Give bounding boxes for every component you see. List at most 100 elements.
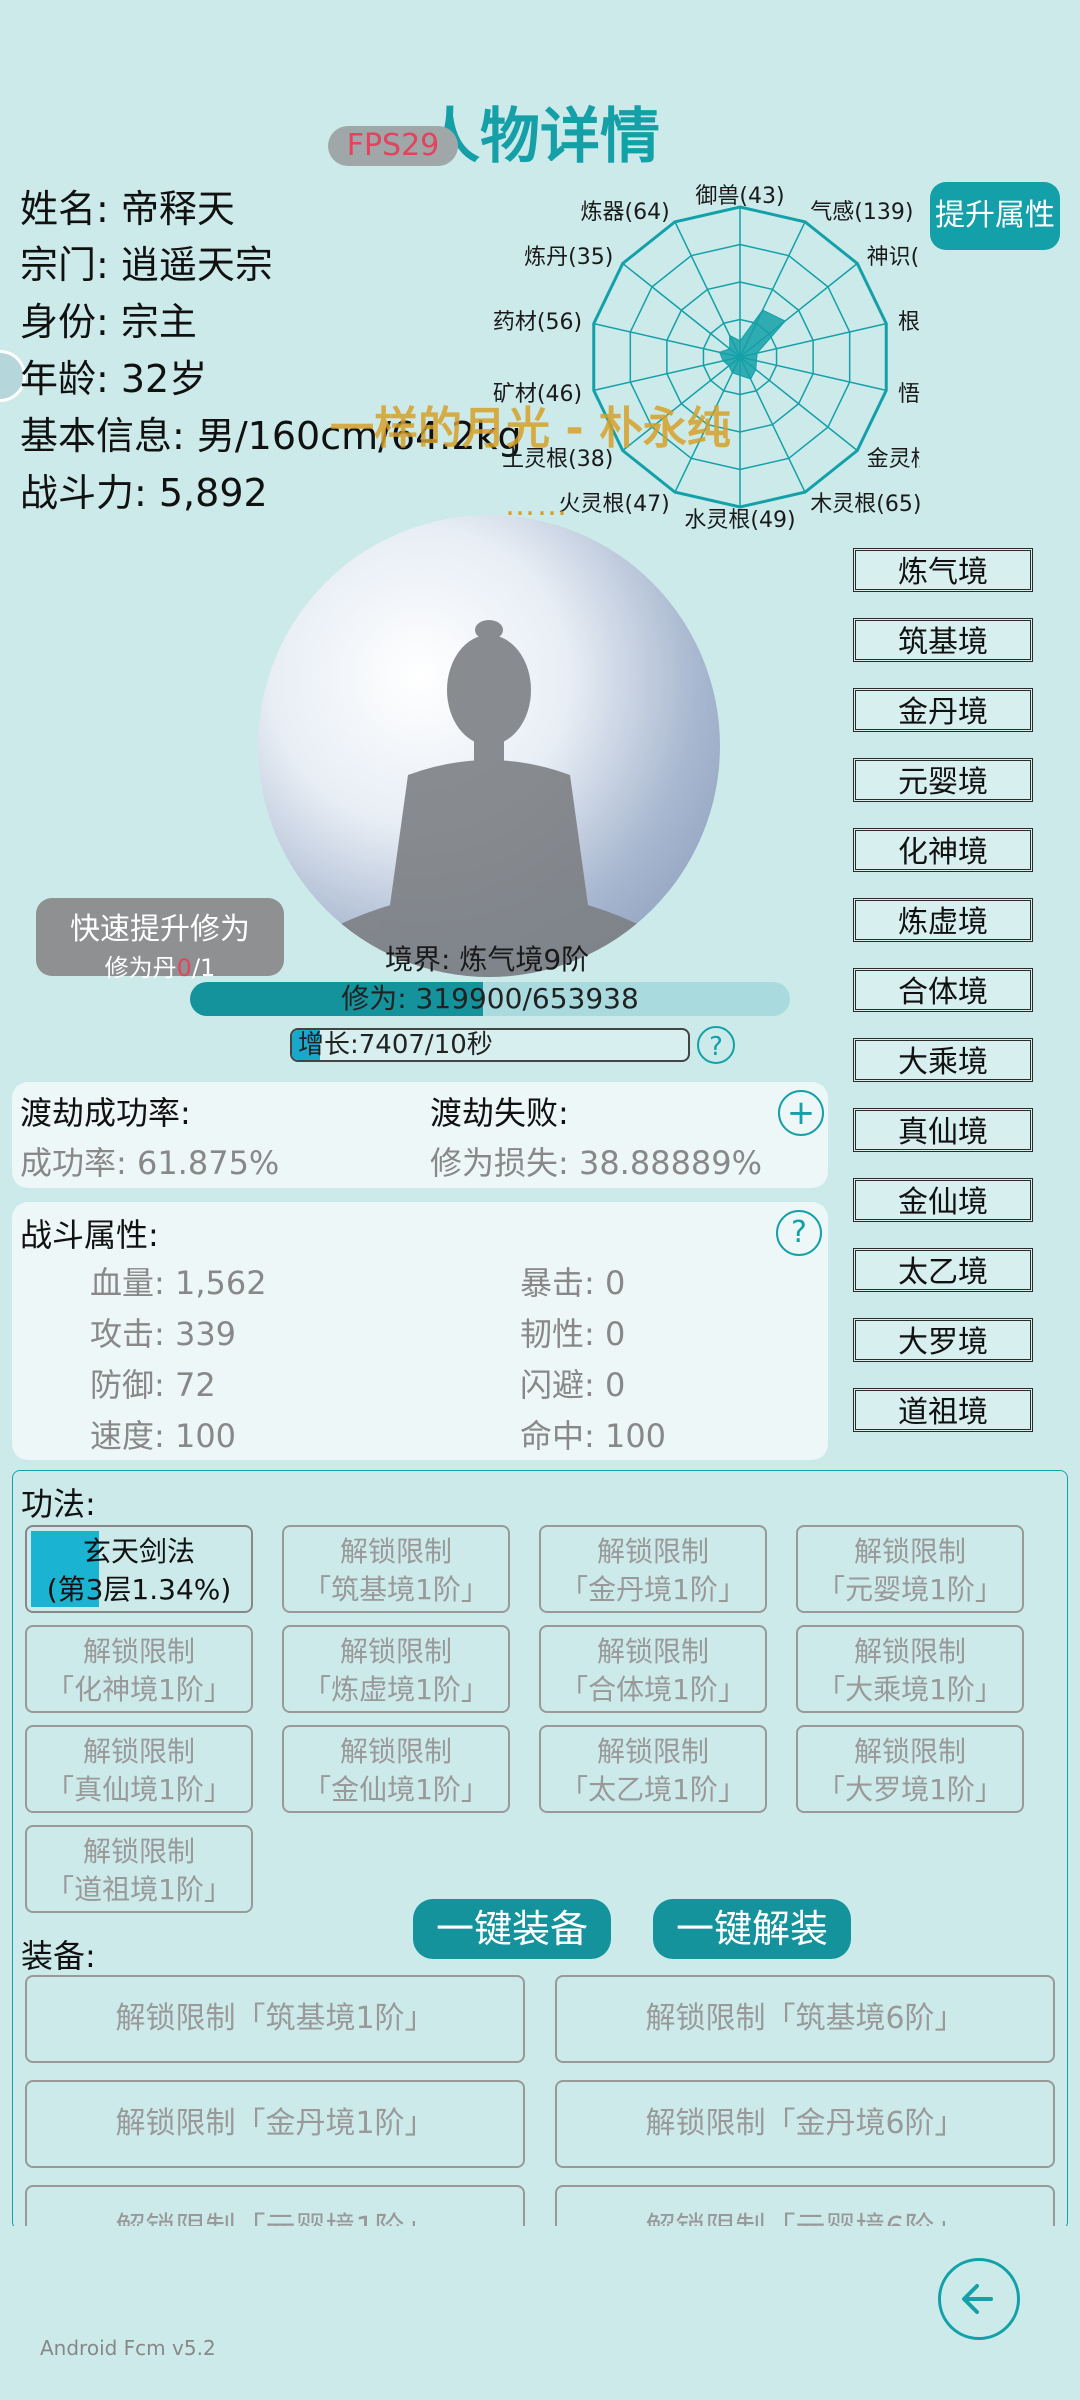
tribulation-panel: 渡劫成功率: 成功率: 61.875% 渡劫失败: 修为损失: 38.88889… (12, 1082, 828, 1188)
radar-label: 气感(139) (810, 200, 913, 225)
skill-slot-active[interactable]: 玄天剑法 (第3层1.34%) (25, 1525, 253, 1613)
cultivation-progress-bar: 修为: 319900/653938 (190, 982, 790, 1016)
skill-locked-title: 解锁限制 (82, 1635, 195, 1668)
skill-locked-title: 解锁限制 (339, 1535, 452, 1568)
skill-slot-locked[interactable]: 解锁限制 「真仙境1阶」 (25, 1725, 253, 1813)
equipment-title: 装备: (21, 1937, 96, 1975)
radar-label: 炼丹(35) (524, 245, 613, 270)
skill-level: (第3层1.34%) (46, 1573, 232, 1606)
tribulation-success-rate: 成功率: 61.875% (20, 1144, 280, 1182)
skill-unlock-requirement: 「太乙境1阶」 (560, 1773, 746, 1806)
equipment-slot[interactable]: 解锁限制「筑基境1阶」 (25, 1975, 525, 2063)
equipment-slot[interactable]: 解锁限制「金丹境1阶」 (25, 2080, 525, 2168)
tribulation-fail-title: 渡劫失败: (430, 1094, 569, 1132)
realm-button[interactable]: 太乙境 (853, 1248, 1033, 1292)
radar-label: 木灵根(65) (810, 492, 920, 517)
profile-role: 身份: 宗主 (20, 300, 197, 344)
realm-button[interactable]: 筑基境 (853, 618, 1033, 662)
radar-label: 御兽(43) (695, 184, 784, 209)
equipment-slot[interactable]: 解锁限制「金丹境6阶」 (555, 2080, 1055, 2168)
back-button[interactable] (938, 2258, 1020, 2340)
skill-locked-title: 解锁限制 (339, 1635, 452, 1668)
skill-slot-locked[interactable]: 解锁限制 「金丹境1阶」 (539, 1525, 767, 1613)
page-title: 人物详情 (420, 102, 660, 172)
skill-unlock-requirement: 「金仙境1阶」 (303, 1773, 489, 1806)
skill-unlock-requirement: 「大乘境1阶」 (817, 1673, 1003, 1706)
realm-button[interactable]: 道祖境 (853, 1388, 1033, 1432)
skill-unlock-requirement: 「大罗境1阶」 (817, 1773, 1003, 1806)
realm-button[interactable]: 金仙境 (853, 1178, 1033, 1222)
unequip-all-button[interactable]: 一键解装 (653, 1899, 851, 1959)
radar-label: 根骨(47) (898, 310, 920, 335)
skill-slot-locked[interactable]: 解锁限制「金仙境1阶」 (282, 1725, 510, 1813)
realm-button[interactable]: 炼气境 (853, 548, 1033, 592)
skill-locked-title: 解锁限制 (339, 1735, 452, 1768)
skill-unlock-requirement: 「炼虚境1阶」 (303, 1673, 489, 1706)
combat-help-icon[interactable]: ? (776, 1210, 822, 1256)
radar-label: 炼器(64) (581, 200, 670, 225)
character-portrait (258, 515, 720, 977)
upgrade-attributes-button[interactable]: 提升属性 (930, 182, 1060, 250)
realm-button[interactable]: 大罗境 (853, 1318, 1033, 1362)
skill-slot-locked[interactable]: 解锁限制「化神境1阶」 (25, 1625, 253, 1713)
skill-slot-locked[interactable]: 解锁限制 「道祖境1阶」 (25, 1825, 253, 1913)
footer-bar (0, 2226, 1080, 2400)
radar-label: 水灵根(49) (684, 508, 795, 533)
quick-cultivate-label: 快速提升修为 (70, 912, 250, 947)
skill-unlock-requirement: 「化神境1阶」 (46, 1673, 232, 1706)
growth-help-icon[interactable]: ? (697, 1026, 735, 1064)
techniques-title: 功法: (21, 1485, 96, 1523)
combat-stat: 命中: 100 (520, 1417, 667, 1455)
skill-locked-title: 解锁限制 (853, 1635, 966, 1668)
back-arrow-icon (962, 2284, 993, 2314)
skill-unlock-requirement: 「合体境1阶」 (560, 1673, 746, 1706)
skill-slot-locked[interactable]: 解锁限制「合体境1阶」 (539, 1625, 767, 1713)
fps-counter: FPS29 (328, 126, 458, 166)
realm-button[interactable]: 元婴境 (853, 758, 1033, 802)
lyric-overlay: 一样的月光 - 朴永纯 (330, 403, 731, 454)
radar-label: 火灵根(47) (559, 492, 670, 517)
pill-counter: 修为丹0/1 (104, 954, 216, 982)
combat-stat: 速度: 100 (90, 1417, 237, 1455)
radar-label: 神识(154) (867, 245, 920, 270)
skill-slot-locked[interactable]: 解锁限制「炼虚境1阶」 (282, 1625, 510, 1713)
growth-rate-bar: 增长:7407/10秒 (290, 1028, 690, 1062)
realm-button[interactable]: 合体境 (853, 968, 1033, 1012)
cultivation-progress-text: 修为: 319900/653938 (341, 982, 639, 1015)
version-label: Android Fcm v5.2 (40, 2336, 216, 2360)
combat-attributes-panel: 战斗属性: ? 血量: 1,562 暴击: 0 攻击: 339 韧性: 0 防御: 72… (12, 1202, 828, 1460)
realm-button[interactable]: 化神境 (853, 828, 1033, 872)
skill-slot-locked[interactable]: 解锁限制 「太乙境1阶」 (539, 1725, 767, 1813)
add-icon[interactable]: + (778, 1090, 824, 1136)
realm-button[interactable]: 炼虚境 (853, 898, 1033, 942)
skill-slot-locked[interactable]: 解锁限制「大罗境1阶」 (796, 1725, 1024, 1813)
realm-button[interactable]: 大乘境 (853, 1038, 1033, 1082)
skill-locked-title: 解锁限制 (853, 1535, 966, 1568)
skill-locked-title: 解锁限制 (82, 1835, 195, 1868)
skill-slot-locked[interactable]: 解锁限制「元婴境1阶」 (796, 1525, 1024, 1613)
skill-unlock-requirement: 「金丹境1阶」 (560, 1573, 746, 1606)
skill-unlock-requirement: 「元婴境1阶」 (817, 1573, 1003, 1606)
radar-label: 药材(56) (493, 310, 582, 335)
skill-unlock-requirement: 「筑基境1阶」 (303, 1573, 489, 1606)
growth-rate-text: 增长:7407/10秒 (298, 1030, 493, 1060)
combat-stat: 防御: 72 (90, 1366, 216, 1404)
lyric-dots: …… (505, 488, 569, 523)
skill-slot-locked[interactable]: 解锁限制「大乘境1阶」 (796, 1625, 1024, 1713)
profile-name: 姓名: 帝释天 (20, 187, 235, 231)
skill-slot-locked[interactable]: 解锁限制「筑基境1阶」 (282, 1525, 510, 1613)
combat-stat: 血量: 1,562 (90, 1264, 267, 1302)
quick-cultivate-button[interactable]: 快速提升修为 修为丹0/1 (36, 898, 284, 982)
combat-stat: 攻击: 339 (90, 1315, 237, 1353)
skill-name: 玄天剑法 (82, 1535, 195, 1568)
realm-button[interactable]: 真仙境 (853, 1108, 1033, 1152)
techniques-panel: 功法: 玄天剑法 (第3层1.34%) 解锁限制 「筑基境1阶」 解锁限制 「金丹境1… (12, 1470, 1068, 2273)
radar-label: 金灵根(54) (867, 447, 920, 472)
tribulation-success-title: 渡劫成功率: (20, 1094, 191, 1132)
combat-stat: 韧性: 0 (520, 1315, 626, 1353)
skill-locked-title: 解锁限制 (596, 1635, 709, 1668)
equipment-slot[interactable]: 解锁限制「筑基境6阶」 (555, 1975, 1055, 2063)
skill-locked-title: 解锁限制 (853, 1735, 966, 1768)
realm-button[interactable]: 金丹境 (853, 688, 1033, 732)
equip-all-button[interactable]: 一键装备 (413, 1899, 611, 1959)
